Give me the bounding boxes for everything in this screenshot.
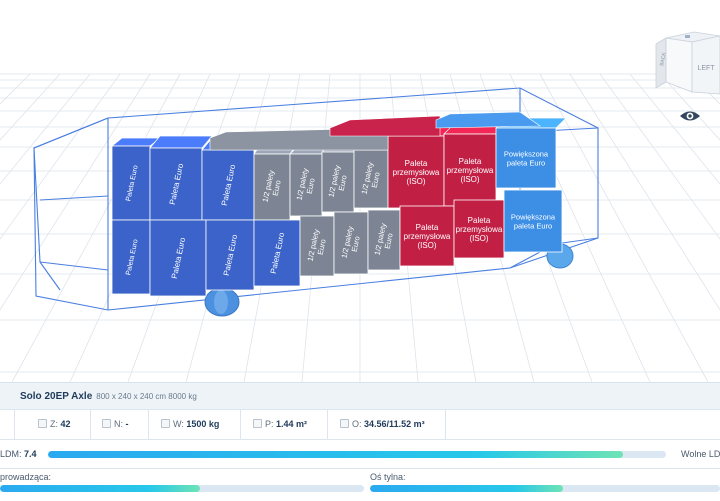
- pallet-label: Powiększona paleta Euro: [511, 213, 556, 231]
- pallet-box: Paleta przemysłowa (ISO): [399, 205, 455, 267]
- pallet-label: Powiększona paleta Euro: [504, 150, 549, 168]
- ldm-progress-bar: [48, 451, 666, 458]
- grid-line: [0, 73, 61, 141]
- pallet-box: Powiększona paleta Euro: [503, 189, 563, 253]
- grid-line: [629, 73, 720, 185]
- front-axle-label: prowadząca:: [0, 472, 52, 482]
- pallet-stack: Paleta Euro Paleta Euro Paleta Euro 1/2 pal…: [111, 111, 567, 297]
- pallet-label-line: przemysłowa: [393, 168, 440, 177]
- ldm-progress-fill: [48, 451, 623, 458]
- divider: [445, 410, 446, 439]
- pallet-box: 1/2 paletyEuro: [299, 215, 335, 277]
- pallet-label-line: Paleta: [416, 223, 439, 232]
- outline-edge: [33, 117, 109, 149]
- rear-axle-bar: [370, 485, 720, 492]
- grid-line: [0, 73, 31, 105]
- front-axle-fill: [0, 485, 201, 492]
- pallet-label-line: (ISO): [460, 175, 479, 184]
- pallet-label-line: paleta Euro: [514, 221, 552, 230]
- cab-outline: [33, 147, 61, 291]
- divider: [240, 410, 241, 439]
- divider: [90, 410, 91, 439]
- outline-edge: [39, 195, 109, 201]
- pallet-box: Paleta Euro: [205, 219, 255, 291]
- stats-row: Z: 42 N: - W: 1500 kg P: 1.44 m² O: 34.5…: [0, 410, 720, 440]
- cube-face-left[interactable]: LEFT: [697, 65, 715, 72]
- area-icon: [253, 419, 262, 428]
- pallet-label-line: (ISO): [417, 241, 436, 250]
- pallet-box: 1/2 paletyEuro: [333, 211, 369, 275]
- pallet-label-line: (ISO): [469, 234, 488, 243]
- stat-o: O: 34.56/11.52 m³: [340, 419, 425, 429]
- view-cube[interactable]: BACK LEFT: [654, 30, 720, 96]
- vehicle-name: Solo 20EP Axle: [20, 391, 93, 402]
- 3d-viewport[interactable]: Paleta Euro Paleta Euro Paleta Euro 1/2 pal…: [0, 0, 720, 382]
- volume-icon: [340, 419, 349, 428]
- vehicle-specs: 800 x 240 x 240 cm 8000 kg: [96, 392, 197, 401]
- pallet-label-line: Paleta: [405, 159, 428, 168]
- front-wheel-hub: [214, 290, 228, 314]
- pallet-label-line: przemysłowa: [404, 232, 451, 241]
- pallet-box: Paleta Euro: [111, 219, 151, 295]
- vehicle-title: Solo 20EP Axle 800 x 240 x 240 cm 8000 kg: [20, 391, 197, 402]
- grid-line: [0, 73, 91, 185]
- pallet-top: [149, 135, 213, 149]
- rear-axle-label: Oś tylna:: [370, 472, 406, 482]
- weight-icon: [161, 419, 170, 428]
- pallet-label-line: Paleta: [468, 216, 491, 225]
- axles-row: prowadząca: Oś tylna:: [0, 469, 720, 501]
- stat-n: N: -: [102, 419, 129, 429]
- pallet-top: [435, 111, 541, 129]
- rear-axle-fill: [370, 485, 563, 492]
- load-scene[interactable]: Paleta Euro Paleta Euro Paleta Euro 1/2 pal…: [0, 0, 720, 382]
- pallet-label-line: Paleta: [459, 157, 482, 166]
- pallet-box: 1/2 paletyEuro: [367, 209, 401, 271]
- stack-icon: [102, 419, 111, 428]
- pallet-box: Paleta przemysłowa (ISO): [453, 199, 505, 259]
- divider: [14, 410, 15, 439]
- ldm-row: LDM: 7.4 Wolne LD: [0, 440, 720, 469]
- layers-icon: [38, 419, 47, 428]
- cube-marker-icon: [685, 35, 690, 38]
- stat-p: P: 1.44 m²: [253, 419, 307, 429]
- pallet-label-line: przemysłowa: [456, 225, 503, 234]
- pallet-box: Powiększona paleta Euro: [495, 117, 567, 189]
- front-axle-bar: [0, 485, 364, 492]
- free-ldm-label: Wolne LD: [681, 449, 720, 459]
- divider: [327, 410, 328, 439]
- eye-icon[interactable]: [679, 108, 701, 124]
- pallet-box: Paleta Euro: [253, 219, 301, 287]
- vehicle-info-panel: Solo 20EP Axle 800 x 240 x 240 cm 8000 kg…: [0, 382, 720, 501]
- pallet-label-line: (ISO): [406, 177, 425, 186]
- pallet-label-line: przemysłowa: [447, 166, 494, 175]
- vehicle-header: Solo 20EP Axle 800 x 240 x 240 cm 8000 kg: [0, 383, 720, 410]
- stat-z: Z: 42: [38, 419, 71, 429]
- pallet-label-line: paleta Euro: [507, 158, 545, 167]
- pallet-top: [329, 115, 441, 137]
- divider: [148, 410, 149, 439]
- pallet-box: Paleta Euro: [149, 219, 207, 297]
- stat-w: W: 1500 kg: [161, 419, 219, 429]
- ldm-label: LDM: 7.4: [0, 449, 37, 459]
